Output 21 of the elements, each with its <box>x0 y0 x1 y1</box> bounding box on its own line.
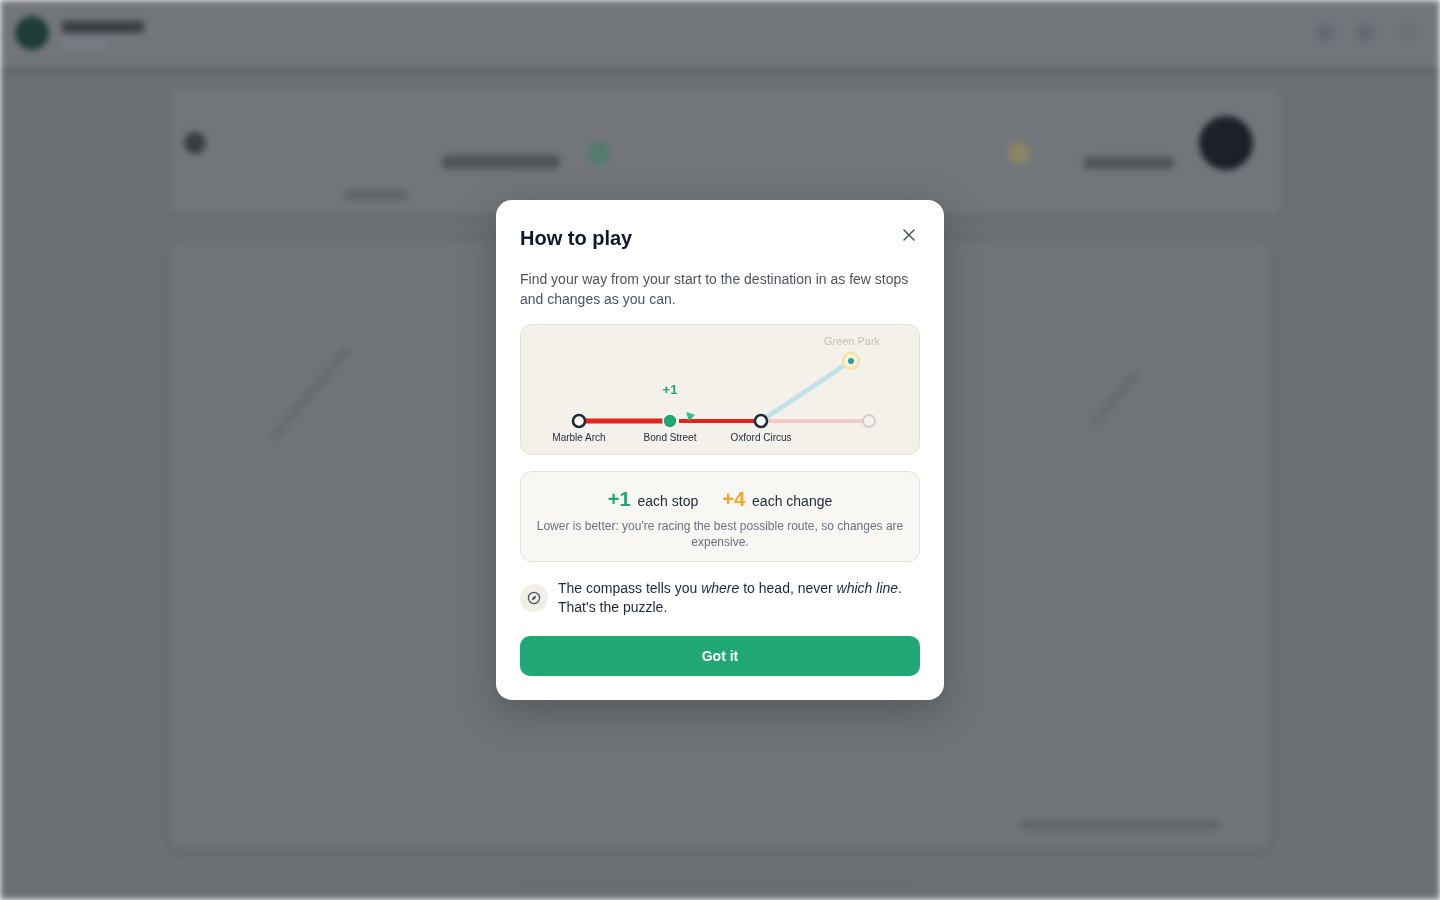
compass-icon <box>520 584 548 612</box>
current-station-icon <box>662 413 678 429</box>
tip-text: The compass tells you where to head, never which line. That's the puzzle. <box>558 579 903 617</box>
gain-label: +1 <box>662 382 678 397</box>
station-label: Oxford Circus <box>730 432 792 443</box>
points-value: +4 <box>722 487 746 512</box>
station-label: Marble Arch <box>552 432 606 443</box>
station-label: Bond Street <box>643 432 697 443</box>
dialog-description: Find your way from your start to the destination in as few stops and changes as you can. <box>520 270 910 309</box>
target-station-icon <box>841 351 861 371</box>
points-label: each stop <box>637 493 699 509</box>
dialog-title: How to play <box>520 226 633 251</box>
close-icon <box>903 229 915 241</box>
got-it-button[interactable]: Got it <box>520 636 920 676</box>
station-icon <box>571 413 587 429</box>
faded-station-icon <box>862 414 876 428</box>
station-icon <box>753 413 769 429</box>
arrow-icon <box>686 412 695 421</box>
scoring-note: Lower is better: you're racing the best possible route, so changes are expensive. <box>535 518 905 550</box>
points-label: each change <box>752 493 833 509</box>
points-value: +1 <box>607 487 631 512</box>
